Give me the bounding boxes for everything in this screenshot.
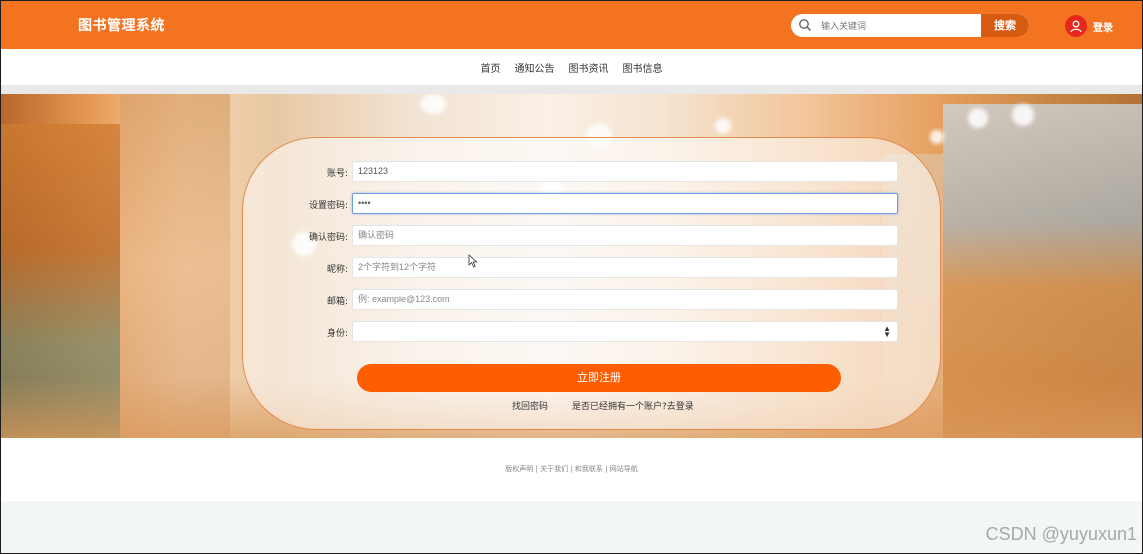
- search-input[interactable]: [819, 14, 983, 37]
- nav-item-book-news[interactable]: 图书资讯: [569, 60, 609, 75]
- confirm-password-label: 确认密码:: [308, 233, 348, 243]
- password-label: 设置密码:: [308, 201, 348, 211]
- role-select[interactable]: ▲ ▼: [352, 321, 898, 342]
- role-row: 身份: ▲ ▼: [243, 321, 942, 342]
- nav-item-home[interactable]: 首页: [481, 60, 501, 75]
- light-bokeh: [1012, 104, 1034, 126]
- site-title[interactable]: 图书管理系统: [78, 15, 165, 35]
- account-row: 账号: 123123: [243, 161, 942, 182]
- divider: [0, 85, 1143, 94]
- light-bokeh: [930, 130, 944, 144]
- top-header: 图书管理系统 搜索 登录: [0, 0, 1143, 49]
- nickname-row: 昵称: 2个字符到12个字符: [243, 257, 942, 278]
- account-label: 账号:: [326, 169, 348, 179]
- chevron-updown-icon: ▲ ▼: [883, 324, 891, 339]
- light-bokeh: [968, 108, 988, 128]
- login-label: 登录: [1093, 22, 1113, 34]
- user-icon: [1065, 15, 1087, 37]
- register-form: 账号: 123123 设置密码: •••• 确认密码: 确认密码 昵称: 2个字…: [242, 137, 941, 430]
- search-box: 搜索: [791, 14, 1029, 37]
- email-label: 邮箱:: [326, 297, 348, 307]
- main-nav: 首页 通知公告 图书资讯 图书信息: [0, 49, 1143, 85]
- light-bokeh: [420, 94, 446, 114]
- register-button[interactable]: 立即注册: [357, 364, 841, 392]
- email-input[interactable]: 例: example@123.com: [352, 289, 898, 310]
- confirm-password-input[interactable]: 确认密码: [352, 225, 898, 246]
- nickname-input[interactable]: 2个字符到12个字符: [352, 257, 898, 278]
- email-row: 邮箱: 例: example@123.com: [243, 289, 942, 310]
- password-input[interactable]: ••••: [352, 193, 898, 214]
- footer-bottom: CSDN @yuyuxun1: [0, 501, 1143, 554]
- nickname-label: 昵称:: [326, 265, 348, 275]
- nav-item-notices[interactable]: 通知公告: [515, 60, 555, 75]
- go-login-link[interactable]: 是否已经拥有一个账户?去登录: [572, 399, 694, 412]
- mouse-cursor-icon: [468, 254, 478, 268]
- confirm-password-row: 确认密码: 确认密码: [243, 225, 942, 246]
- account-input[interactable]: 123123: [352, 161, 898, 182]
- search-button[interactable]: 搜索: [981, 14, 1029, 37]
- forgot-password-link[interactable]: 找回密码: [512, 399, 548, 412]
- footer: 版权声明 | 关于我们 | 和我联系 | 网站导航: [0, 438, 1143, 501]
- login-button[interactable]: 登录: [1065, 14, 1113, 38]
- watermark: CSDN @yuyuxun1: [985, 524, 1137, 544]
- footer-links[interactable]: 版权声明 | 关于我们 | 和我联系 | 网站导航: [0, 464, 1143, 474]
- nav-item-book-info[interactable]: 图书信息: [623, 60, 663, 75]
- password-row: 设置密码: ••••: [243, 193, 942, 214]
- role-label: 身份:: [326, 329, 348, 339]
- light-bokeh: [715, 118, 731, 134]
- search-icon: [799, 19, 812, 32]
